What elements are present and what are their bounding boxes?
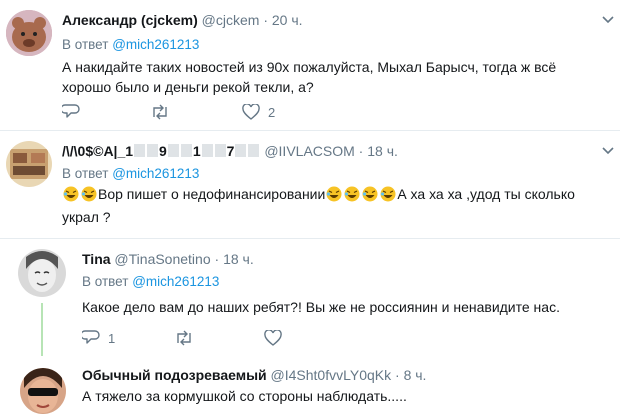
name-part: 1: [192, 143, 201, 159]
missing-glyph-box: [235, 144, 247, 157]
tweet-text: Какое дело вам до наших ребят?! Вы же не…: [82, 299, 560, 315]
reply-mention-link[interactable]: @mich261213: [132, 274, 219, 289]
retweet-icon: [153, 104, 167, 120]
reply-prefix: В ответ: [82, 274, 129, 289]
tweet-time[interactable]: 18 ч.: [367, 143, 398, 159]
reply-context: В ответ @mich261213: [62, 166, 199, 181]
tweet-header: Tina @TinaSonetino · 18 ч.: [82, 250, 254, 268]
tweet-1: Александр (cjckem) @cjckem · 20 ч. В отв…: [0, 0, 620, 130]
avatar[interactable]: [6, 10, 52, 56]
name-part: 7: [226, 143, 235, 159]
missing-glyph-box: [167, 144, 179, 157]
reply-prefix: В ответ: [62, 166, 109, 181]
tweet-header: Обычный подозреваемый @I4Sht0fvvLY0qKk ·…: [82, 366, 426, 384]
tweet-text: А накидайте таких новостей из 90х пожалу…: [62, 59, 557, 95]
reply-button[interactable]: 1: [82, 330, 115, 346]
avatar[interactable]: [18, 249, 66, 297]
reply-context: В ответ @mich261213: [62, 37, 199, 52]
user-handle[interactable]: @cjckem: [202, 12, 260, 28]
dot-separator: ·: [395, 367, 400, 383]
laughing-emoji-icon: [63, 186, 79, 207]
missing-glyph-box: [134, 144, 146, 157]
reply-icon: [82, 330, 100, 344]
reply-mention-link[interactable]: @mich261213: [112, 37, 199, 52]
missing-glyph-box: [147, 144, 159, 157]
tweet-header: /\/\0$©A|_1 9 1 7 @IIVLACSOM · 18 ч.: [62, 142, 398, 160]
tweet-actions: 1: [82, 330, 382, 350]
reply-prefix: В ответ: [62, 37, 109, 52]
like-button[interactable]: 2: [242, 104, 275, 120]
like-icon: [242, 104, 260, 120]
laughing-emoji-icon: [380, 186, 396, 207]
avatar[interactable]: [6, 141, 52, 187]
reply-icon: [62, 104, 80, 118]
missing-glyph-box: [180, 144, 192, 157]
name-part: 9: [159, 143, 167, 159]
name-part: /\/\0$©A|_1: [62, 143, 134, 159]
tweet-time[interactable]: 20 ч.: [272, 12, 303, 28]
reply-count: 1: [108, 330, 116, 346]
retweet-button[interactable]: [150, 104, 170, 120]
user-name[interactable]: /\/\0$©A|_1 9 1 7: [62, 143, 260, 159]
reply-button[interactable]: [62, 104, 80, 120]
dot-separator: ·: [214, 251, 220, 267]
laughing-emoji-icon: [344, 186, 360, 207]
tweet-time[interactable]: 8 ч.: [404, 367, 427, 383]
laughing-emoji-icon: [326, 186, 342, 207]
laughing-emoji-icon: [81, 186, 97, 207]
laughing-emoji-icon: [362, 186, 378, 207]
retweet-button[interactable]: [174, 330, 194, 346]
tweet-2: /\/\0$©A|_1 9 1 7 @IIVLACSOM · 18 ч. В отве…: [0, 131, 620, 238]
tweet-actions: 2: [62, 104, 362, 124]
user-name[interactable]: Обычный подозреваемый: [82, 367, 267, 383]
tweet-header: Александр (cjckem) @cjckem · 20 ч.: [62, 11, 303, 29]
thread-line: [41, 303, 43, 356]
chevron-down-icon[interactable]: [602, 147, 614, 155]
reply-context: В ответ @mich261213: [82, 274, 219, 289]
user-name[interactable]: Tina: [82, 251, 111, 267]
like-icon: [264, 330, 282, 346]
dot-separator: ·: [263, 12, 268, 28]
tweet-4: Обычный подозреваемый @I4Sht0fvvLY0qKk ·…: [0, 356, 620, 414]
tweet-time[interactable]: 18 ч.: [223, 251, 254, 267]
missing-glyph-box: [201, 144, 213, 157]
user-handle[interactable]: @TinaSonetino: [114, 251, 210, 267]
chevron-down-icon[interactable]: [602, 16, 614, 24]
tweet-text-part: Вор пишет о недофинансировании: [98, 186, 326, 202]
like-button[interactable]: [264, 330, 282, 346]
missing-glyph-box: [248, 144, 260, 157]
missing-glyph-box: [214, 144, 226, 157]
tweet-text: Вор пишет о недофинансировании А ха ха ха…: [62, 184, 602, 227]
tweet-text: А тяжело за кормушкой со стороны наблюда…: [82, 388, 407, 404]
user-handle[interactable]: @IIVLACSOM: [264, 143, 354, 159]
reply-mention-link[interactable]: @mich261213: [112, 166, 199, 181]
tweet-3: Tina @TinaSonetino · 18 ч. В ответ @mich…: [0, 239, 620, 356]
user-name[interactable]: Александр (cjckem): [62, 12, 198, 28]
retweet-icon: [177, 330, 191, 346]
avatar[interactable]: [20, 368, 66, 414]
dot-separator: ·: [358, 143, 364, 159]
like-count: 2: [268, 104, 276, 120]
user-handle[interactable]: @I4Sht0fvvLY0qKk: [271, 367, 392, 383]
